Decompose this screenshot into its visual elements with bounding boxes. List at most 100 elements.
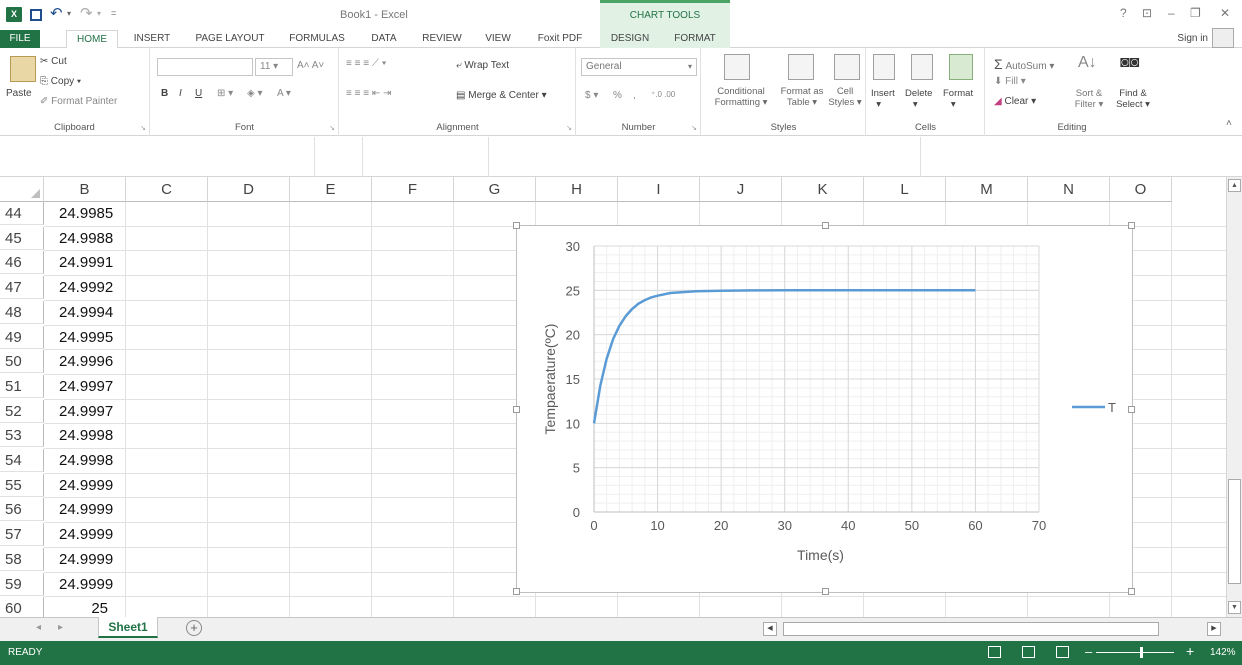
row-header[interactable]: 55 (0, 473, 44, 497)
cell-b[interactable]: 24.9999 (44, 474, 126, 497)
excel-logo-icon[interactable]: X (6, 7, 22, 22)
cell-b[interactable]: 24.9998 (44, 424, 126, 447)
column-header[interactable]: H (536, 177, 618, 202)
copy-button[interactable]: ⎘ Copy ▾ (40, 76, 81, 87)
column-header[interactable]: C (126, 177, 208, 202)
scroll-down-icon[interactable]: ▼ (1228, 601, 1241, 614)
column-header[interactable]: E (290, 177, 372, 202)
column-header[interactable]: J (700, 177, 782, 202)
tab-file[interactable]: FILE (0, 30, 40, 48)
cell-b[interactable]: 24.9985 (44, 202, 126, 225)
cut-button[interactable]: ✂ Cut (40, 56, 67, 67)
resize-handle[interactable] (513, 588, 520, 595)
clear-button[interactable]: ◢ Clear ▾ (994, 96, 1036, 107)
bold-button[interactable]: B (161, 88, 168, 99)
paste-button[interactable]: Paste (6, 88, 32, 99)
row-header[interactable]: 49 (0, 325, 44, 349)
horizontal-scroll-thumb[interactable] (783, 622, 1159, 636)
alignment-launcher-icon[interactable]: ↘ (566, 124, 572, 132)
row-header[interactable]: 44 (0, 202, 44, 225)
clipboard-launcher-icon[interactable]: ↘ (140, 124, 146, 132)
currency-button[interactable]: $ ▾ (585, 90, 598, 101)
find-select-button[interactable]: Find & Select ▾ (1114, 88, 1152, 110)
tab-format[interactable]: FORMAT (660, 30, 730, 48)
italic-button[interactable]: I (179, 88, 182, 99)
resize-handle[interactable] (513, 222, 520, 229)
row-header[interactable]: 57 (0, 523, 44, 547)
redo-icon[interactable]: ↷ (80, 4, 93, 22)
row-header[interactable]: 50 (0, 350, 44, 374)
column-header[interactable]: D (208, 177, 290, 202)
user-avatar-icon[interactable] (1212, 28, 1234, 48)
cell-b[interactable]: 24.9999 (44, 573, 126, 596)
cell-b[interactable]: 24.9998 (44, 449, 126, 472)
format-button[interactable]: Format ▾ (943, 88, 973, 110)
zoom-slider-thumb[interactable] (1140, 647, 1143, 658)
save-icon[interactable] (30, 9, 42, 21)
cell-styles-button[interactable]: Cell Styles ▾ (826, 86, 864, 108)
horizontal-scrollbar[interactable]: ◀ ▶ (763, 622, 1221, 636)
font-name-select[interactable] (157, 58, 253, 76)
font-size-select[interactable]: 11 ▾ (255, 58, 293, 76)
align-top-icon[interactable]: ≡ ≡ ≡ ⟋ ▾ (346, 58, 387, 69)
page-break-view-icon[interactable] (1056, 646, 1069, 658)
column-header[interactable]: N (1028, 177, 1110, 202)
format-cells-icon[interactable] (949, 54, 973, 80)
minimize-icon[interactable]: – (1168, 6, 1175, 20)
collapse-ribbon-icon[interactable]: ˄ (1226, 118, 1232, 129)
binoculars-icon[interactable]: ◙◙ (1120, 54, 1139, 72)
help-icon[interactable]: ? (1120, 6, 1127, 20)
tab-home[interactable]: HOME (66, 30, 118, 49)
row-header[interactable]: 48 (0, 300, 44, 324)
page-layout-view-icon[interactable] (1022, 646, 1035, 658)
borders-icon[interactable]: ⊞ ▾ (217, 88, 233, 99)
sort-icon[interactable]: A↓ (1078, 54, 1097, 72)
number-format-select[interactable]: General ▾ (581, 58, 697, 76)
prev-sheet-icon[interactable]: ◂ (36, 622, 41, 633)
fill-color-icon[interactable]: ◈ ▾ (247, 88, 263, 99)
row-header[interactable]: 46 (0, 251, 44, 275)
percent-button[interactable]: % (613, 90, 622, 101)
resize-handle[interactable] (822, 222, 829, 229)
tab-view[interactable]: VIEW (480, 30, 516, 48)
row-header[interactable]: 58 (0, 547, 44, 571)
normal-view-icon[interactable] (988, 646, 1001, 658)
zoom-out-icon[interactable]: – (1085, 644, 1092, 659)
close-icon[interactable]: ✕ (1220, 6, 1230, 20)
undo-dropdown-icon[interactable]: ▾ (67, 9, 71, 18)
insert-cells-icon[interactable] (873, 54, 895, 80)
customize-quick-access-icon[interactable]: = (111, 8, 116, 18)
format-as-table-button[interactable]: Format as Table ▾ (774, 86, 830, 108)
restore-icon[interactable]: ❐ (1190, 6, 1201, 20)
scroll-up-icon[interactable]: ▲ (1228, 179, 1241, 192)
cell-b[interactable]: 24.9988 (44, 227, 126, 250)
cell-b[interactable]: 24.9991 (44, 251, 126, 274)
tab-page-layout[interactable]: PAGE LAYOUT (190, 30, 270, 48)
format-painter-button[interactable]: ✐ Format Painter (40, 96, 117, 107)
insert-button[interactable]: Insert ▾ (871, 88, 895, 110)
column-header[interactable]: F (372, 177, 454, 202)
cell-b[interactable]: 24.9995 (44, 326, 126, 349)
cell-b[interactable]: 24.9992 (44, 276, 126, 299)
delete-button[interactable]: Delete ▾ (905, 88, 932, 110)
conditional-formatting-button[interactable]: Conditional Formatting ▾ (708, 86, 774, 108)
row-header[interactable]: 53 (0, 424, 44, 448)
scroll-right-icon[interactable]: ▶ (1207, 622, 1221, 636)
tab-design[interactable]: DESIGN (600, 30, 660, 48)
sign-in-link[interactable]: Sign in (1177, 33, 1208, 44)
comma-button[interactable]: , (633, 90, 636, 101)
paste-icon[interactable] (10, 56, 36, 82)
delete-cells-icon[interactable] (911, 54, 933, 80)
autosum-button[interactable]: Σ AutoSum ▾ (994, 56, 1054, 72)
number-launcher-icon[interactable]: ↘ (691, 124, 697, 132)
fill-button[interactable]: ⬇ Fill ▾ (994, 76, 1026, 87)
format-as-table-icon[interactable] (788, 54, 814, 80)
sort-filter-button[interactable]: Sort & Filter ▾ (1070, 88, 1108, 110)
row-header[interactable]: 51 (0, 374, 44, 398)
column-header[interactable]: G (454, 177, 536, 202)
column-header[interactable]: O (1110, 177, 1172, 202)
add-sheet-icon[interactable]: + (186, 620, 202, 636)
resize-handle[interactable] (1128, 588, 1135, 595)
row-header[interactable]: 47 (0, 276, 44, 300)
cell-b[interactable]: 24.9997 (44, 400, 126, 423)
